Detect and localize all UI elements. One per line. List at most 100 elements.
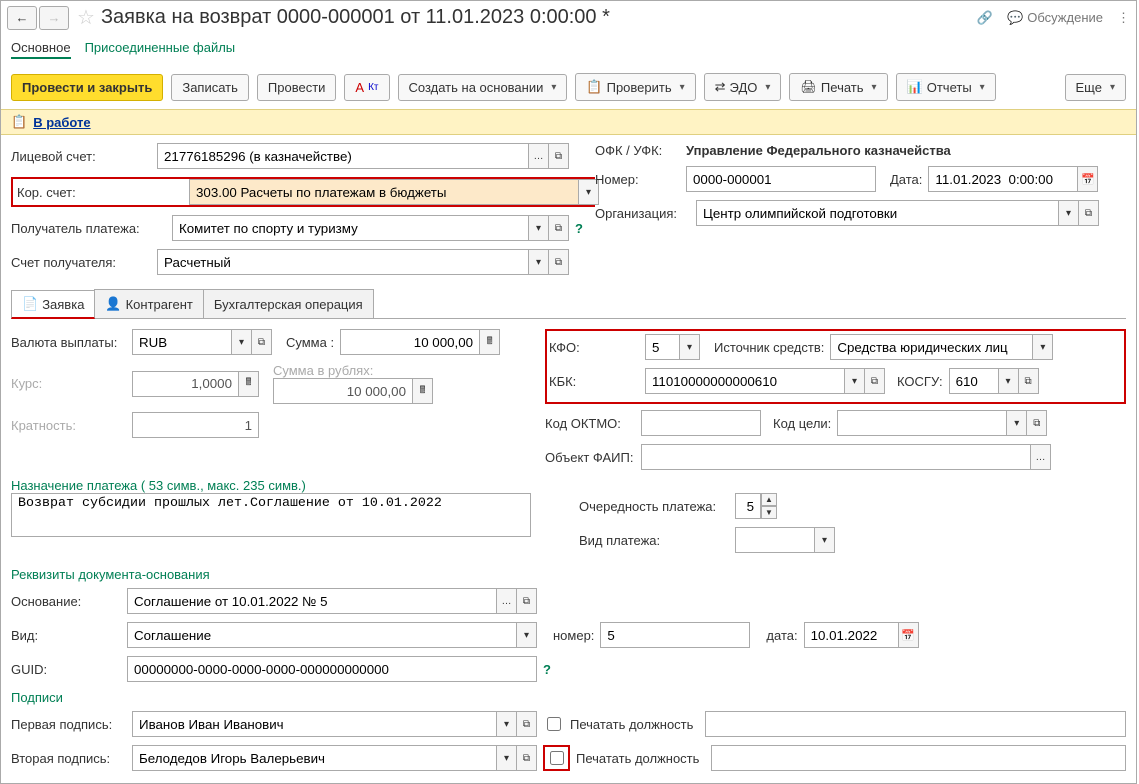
kbk-input[interactable] xyxy=(645,368,845,394)
date-input[interactable] xyxy=(928,166,1078,192)
goal-open[interactable]: ⧉ xyxy=(1027,410,1047,436)
status-icon: 📋 xyxy=(11,114,27,130)
sign1-print-cbx[interactable] xyxy=(547,717,561,731)
ptype-input[interactable] xyxy=(735,527,815,553)
tab-main[interactable]: Основное xyxy=(11,40,71,59)
priority-input[interactable] xyxy=(735,493,761,519)
bdate-cal[interactable] xyxy=(899,622,919,648)
kebab-menu-icon[interactable]: ⋮ xyxy=(1117,10,1130,26)
subtab-request[interactable]: 📄Заявка xyxy=(11,290,95,319)
kind-input[interactable] xyxy=(127,622,517,648)
guid-input[interactable] xyxy=(127,656,537,682)
prio-down[interactable]: ▼ xyxy=(761,506,777,519)
sign1-pos-input[interactable] xyxy=(705,711,1126,737)
payee-help[interactable]: ? xyxy=(575,221,583,236)
sign2-print-cbx[interactable] xyxy=(550,751,564,765)
kbk-dd[interactable]: ▾ xyxy=(845,368,865,394)
subtab-accounting[interactable]: Бухгалтерская операция xyxy=(203,289,374,318)
nav-back[interactable]: ← xyxy=(7,6,37,30)
kfo-input[interactable] xyxy=(645,334,680,360)
account-select[interactable]: … xyxy=(529,143,549,169)
oktmo-input[interactable] xyxy=(641,410,761,436)
faip-sel[interactable]: … xyxy=(1031,444,1051,470)
kbk-open[interactable]: ⧉ xyxy=(865,368,885,394)
mult-label: Кратность: xyxy=(11,418,126,433)
kosgu-input[interactable] xyxy=(949,368,999,394)
faip-input[interactable] xyxy=(641,444,1031,470)
rate-label: Курс: xyxy=(11,376,126,391)
check-button[interactable]: 📋Проверить xyxy=(575,73,695,101)
sign1-print-label: Печатать должность xyxy=(570,717,693,732)
sum-input[interactable] xyxy=(340,329,480,355)
currency-input[interactable] xyxy=(132,329,232,355)
priority-label: Очередность платежа: xyxy=(579,499,729,514)
dtkt-button[interactable]: АКт xyxy=(344,74,389,101)
org-open[interactable]: ⧉ xyxy=(1079,200,1099,226)
kosgu-dd[interactable]: ▾ xyxy=(999,368,1019,394)
date-cal[interactable] xyxy=(1078,166,1098,192)
src-dd[interactable]: ▾ xyxy=(1033,334,1053,360)
src-input[interactable] xyxy=(830,334,1033,360)
oktmo-label: Код ОКТМО: xyxy=(545,416,635,431)
sign2-dd[interactable]: ▾ xyxy=(497,745,517,771)
account-open[interactable]: ⧉ xyxy=(549,143,569,169)
discussion-button[interactable]: 💬 Обсуждение xyxy=(1007,10,1103,26)
sum-rub-calc: 🖩 xyxy=(413,378,433,404)
kor-input[interactable] xyxy=(189,179,579,205)
post-button[interactable]: Провести xyxy=(257,74,337,101)
status-link[interactable]: В работе xyxy=(33,115,90,130)
sign1-open[interactable]: ⧉ xyxy=(517,711,537,737)
sign1-input[interactable] xyxy=(132,711,497,737)
org-input[interactable] xyxy=(696,200,1059,226)
goal-input[interactable] xyxy=(837,410,1007,436)
payee-acct-open[interactable]: ⧉ xyxy=(549,249,569,275)
more-button[interactable]: Еще xyxy=(1065,74,1126,101)
payee-open[interactable]: ⧉ xyxy=(549,215,569,241)
num-input[interactable] xyxy=(686,166,876,192)
payee-input[interactable] xyxy=(172,215,529,241)
print-button[interactable]: 🖨Печать xyxy=(789,73,887,101)
bnum-input[interactable] xyxy=(600,622,750,648)
basis-sel[interactable]: … xyxy=(497,588,517,614)
sign2-open[interactable]: ⧉ xyxy=(517,745,537,771)
account-input[interactable] xyxy=(157,143,529,169)
currency-dd[interactable]: ▾ xyxy=(232,329,252,355)
reports-icon: 📊 xyxy=(907,79,923,95)
payee-acct-dd[interactable]: ▾ xyxy=(529,249,549,275)
payee-dd[interactable]: ▾ xyxy=(529,215,549,241)
bdate-input[interactable] xyxy=(804,622,899,648)
nav-fwd[interactable]: → xyxy=(39,6,69,30)
bnum-label: номер: xyxy=(553,628,594,643)
account-label: Лицевой счет: xyxy=(11,149,151,164)
prio-up[interactable]: ▲ xyxy=(761,493,777,506)
sign2-pos-input[interactable] xyxy=(711,745,1126,771)
basis-input[interactable] xyxy=(127,588,497,614)
tab-files[interactable]: Присоединенные файлы xyxy=(85,40,236,59)
favorite-star-icon[interactable]: ☆ xyxy=(77,5,95,30)
subtab-contragent[interactable]: 👤Контрагент xyxy=(94,289,203,318)
ptype-dd[interactable]: ▾ xyxy=(815,527,835,553)
sum-calc[interactable]: 🖩 xyxy=(480,329,500,355)
guid-help[interactable]: ? xyxy=(543,662,551,677)
basis-open[interactable]: ⧉ xyxy=(517,588,537,614)
sign2-input[interactable] xyxy=(132,745,497,771)
reports-button[interactable]: 📊Отчеты xyxy=(896,73,996,101)
edo-button[interactable]: ⇄ЭДО xyxy=(704,73,782,101)
currency-open[interactable]: ⧉ xyxy=(252,329,272,355)
post-close-button[interactable]: Провести и закрыть xyxy=(11,74,163,101)
payee-acct-input[interactable] xyxy=(157,249,529,275)
rate-calc: 🖩 xyxy=(239,371,259,397)
kosgu-open[interactable]: ⧉ xyxy=(1019,368,1039,394)
create-based-button[interactable]: Создать на основании xyxy=(398,74,568,101)
kfo-dd[interactable]: ▾ xyxy=(680,334,700,360)
sign1-dd[interactable]: ▾ xyxy=(497,711,517,737)
link-icon[interactable]: 🔗 xyxy=(977,10,993,26)
kind-dd[interactable]: ▾ xyxy=(517,622,537,648)
basis-label: Основание: xyxy=(11,594,121,609)
purpose-input[interactable] xyxy=(11,493,531,537)
save-button[interactable]: Записать xyxy=(171,74,249,101)
goal-dd[interactable]: ▾ xyxy=(1007,410,1027,436)
window-title: Заявка на возврат 0000-000001 от 11.01.2… xyxy=(101,6,610,29)
sign-title: Подписи xyxy=(11,690,1126,705)
org-dd[interactable]: ▾ xyxy=(1059,200,1079,226)
